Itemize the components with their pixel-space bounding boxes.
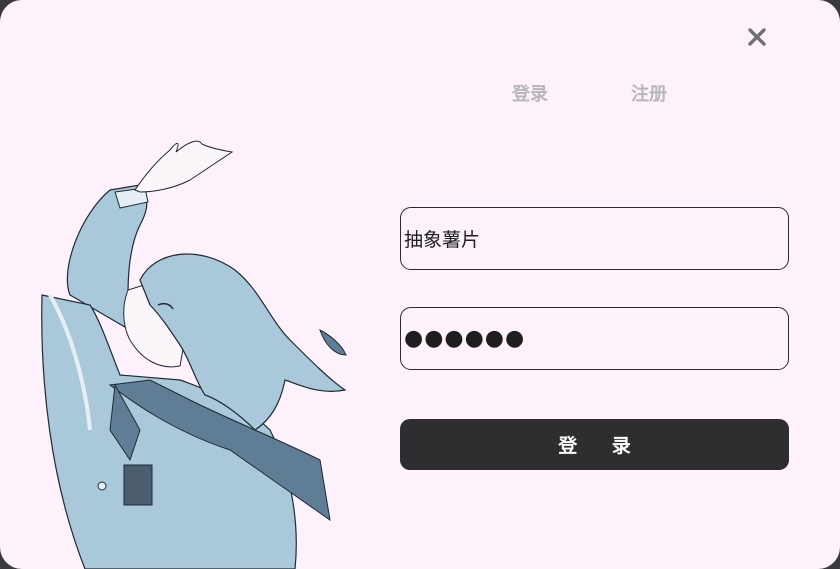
login-button[interactable]: 登 录 bbox=[400, 419, 789, 470]
tab-login[interactable]: 登录 bbox=[512, 82, 548, 108]
close-button[interactable] bbox=[742, 22, 772, 52]
password-field[interactable] bbox=[400, 307, 789, 370]
illustration-body bbox=[41, 140, 347, 569]
username-input[interactable] bbox=[404, 208, 788, 269]
auth-tabs: 登录 注册 bbox=[0, 82, 840, 110]
login-dialog: 登录 注册 抽象薯片 ●●●●●● 登 录 bbox=[0, 0, 840, 569]
close-icon bbox=[748, 28, 766, 46]
girl-illustration bbox=[41, 140, 347, 569]
password-input[interactable] bbox=[404, 308, 788, 369]
username-field[interactable] bbox=[400, 207, 789, 270]
tab-register[interactable]: 注册 bbox=[631, 82, 667, 108]
